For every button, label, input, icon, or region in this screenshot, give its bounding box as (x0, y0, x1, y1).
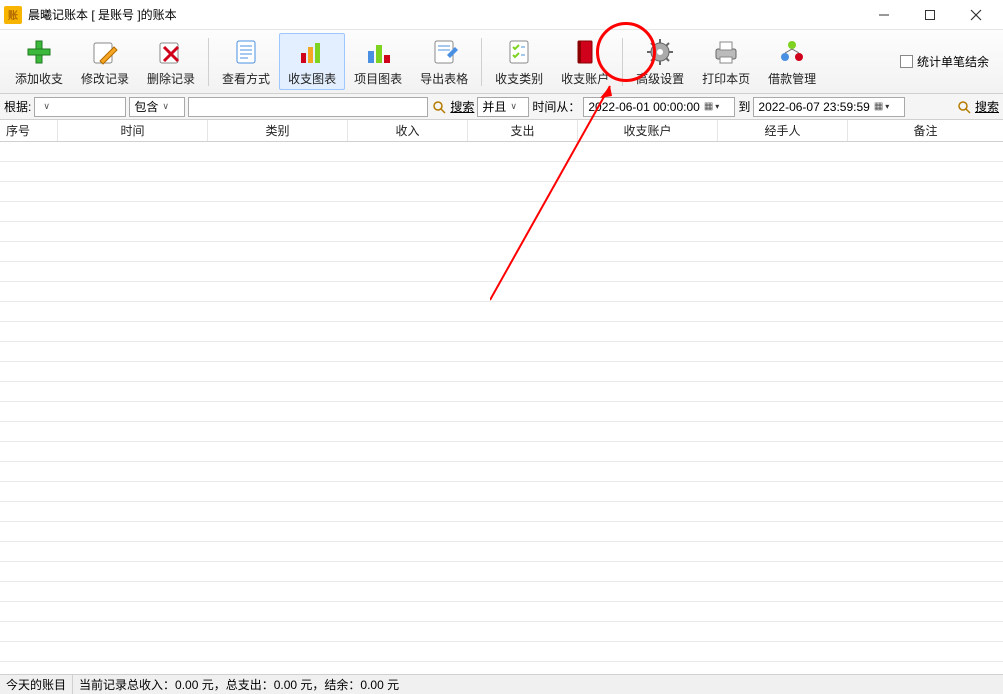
col-income[interactable]: 收入 (348, 120, 468, 141)
maximize-button[interactable] (907, 0, 953, 30)
col-handler[interactable]: 经手人 (718, 120, 848, 141)
account-button[interactable]: 收支账户 (552, 33, 618, 90)
date-to-input[interactable]: 2022-06-07 23:59:59▦▾ (753, 97, 905, 117)
table-row (0, 442, 1003, 462)
people-icon (776, 36, 808, 68)
basis-label: 根据: (4, 98, 31, 115)
printer-icon (710, 36, 742, 68)
status-bar: 今天的账目 当前记录总收入：0.00 元，总支出：0.00 元，结余：0.00 … (0, 674, 1003, 694)
time-from-label: 时间从： (532, 98, 580, 115)
search-bar: 根据: ∨ 包含∨ 搜索 并且∨ 时间从： 2022-06-01 00:00:0… (0, 94, 1003, 120)
table-row (0, 222, 1003, 242)
table-row (0, 582, 1003, 602)
table-row (0, 202, 1003, 222)
status-today: 今天的账目 (0, 675, 73, 694)
view-mode-button[interactable]: 查看方式 (213, 33, 279, 90)
table-row (0, 262, 1003, 282)
search-button-1[interactable]: 搜索 (450, 98, 474, 115)
checkbox-icon (900, 55, 913, 68)
edit-button[interactable]: 修改记录 (72, 33, 138, 90)
status-summary: 当前记录总收入：0.00 元，总支出：0.00 元，结余：0.00 元 (73, 675, 1003, 694)
bar-chart-icon (296, 36, 328, 68)
window-title: 晨曦记账本 [ 是账号 ]的账本 (28, 6, 177, 23)
chevron-down-icon: ∨ (43, 101, 50, 112)
app-icon: 账 (4, 6, 22, 24)
col-category[interactable]: 类别 (208, 120, 348, 141)
chevron-down-icon: ∨ (510, 101, 517, 112)
table-row (0, 422, 1003, 442)
chevron-down-icon: ▾ (885, 102, 889, 111)
income-chart-button[interactable]: 收支图表 (279, 33, 345, 90)
search-text-input[interactable] (188, 97, 428, 117)
checklist-icon (503, 36, 535, 68)
advanced-settings-button[interactable]: 高级设置 (627, 33, 693, 90)
calendar-icon: ▦ (704, 101, 713, 112)
table-row (0, 342, 1003, 362)
category-button[interactable]: 收支类别 (486, 33, 552, 90)
table-row (0, 602, 1003, 622)
date-from-input[interactable]: 2022-06-01 00:00:00▦▾ (583, 97, 735, 117)
to-label: 到 (738, 98, 750, 115)
table-row (0, 322, 1003, 342)
table-row (0, 162, 1003, 182)
close-button[interactable] (953, 0, 999, 30)
col-remark[interactable]: 备注 (848, 120, 1003, 141)
table-row (0, 542, 1003, 562)
gear-icon (644, 36, 676, 68)
table-body[interactable] (0, 142, 1003, 674)
table-row (0, 382, 1003, 402)
table-row (0, 462, 1003, 482)
table-row (0, 362, 1003, 382)
export-button[interactable]: 导出表格 (411, 33, 477, 90)
book-icon (569, 36, 601, 68)
search-button-2[interactable]: 搜索 (975, 98, 999, 115)
minimize-button[interactable] (861, 0, 907, 30)
delete-button[interactable]: 删除记录 (138, 33, 204, 90)
table-row (0, 642, 1003, 662)
calendar-icon: ▦ (874, 101, 883, 112)
magnifier-icon (956, 99, 972, 115)
col-account[interactable]: 收支账户 (578, 120, 718, 141)
chevron-down-icon: ∨ (162, 101, 169, 112)
print-button[interactable]: 打印本页 (693, 33, 759, 90)
table-row (0, 622, 1003, 642)
table-row (0, 402, 1003, 422)
stat-checkbox-label: 统计单笔结余 (917, 53, 989, 70)
bar-chart-3d-icon (362, 36, 394, 68)
table-row (0, 562, 1003, 582)
table-row (0, 142, 1003, 162)
table-row (0, 502, 1003, 522)
add-button[interactable]: 添加收支 (6, 33, 72, 90)
stat-checkbox[interactable]: 统计单笔结余 (900, 53, 989, 70)
table-row (0, 282, 1003, 302)
plus-icon (23, 36, 55, 68)
delete-icon (155, 36, 187, 68)
export-icon (428, 36, 460, 68)
col-time[interactable]: 时间 (58, 120, 208, 141)
project-chart-button[interactable]: 项目图表 (345, 33, 411, 90)
magnifier-icon (431, 99, 447, 115)
col-expense[interactable]: 支出 (468, 120, 578, 141)
table-row (0, 482, 1003, 502)
window-controls (861, 0, 999, 30)
table-row (0, 242, 1003, 262)
document-icon (230, 36, 262, 68)
table-row (0, 522, 1003, 542)
titlebar: 账 晨曦记账本 [ 是账号 ]的账本 (0, 0, 1003, 30)
table-row (0, 302, 1003, 322)
basis-select[interactable]: ∨ (34, 97, 126, 117)
chevron-down-icon: ▾ (715, 102, 719, 111)
col-index[interactable]: 序号 (0, 120, 58, 141)
edit-icon (89, 36, 121, 68)
and-select[interactable]: 并且∨ (477, 97, 529, 117)
contain-select[interactable]: 包含∨ (129, 97, 185, 117)
table-row (0, 182, 1003, 202)
toolbar: 添加收支 修改记录 删除记录 查看方式 收支图表 项目图表 导出表格 收支类别 … (0, 30, 1003, 94)
loan-button[interactable]: 借款管理 (759, 33, 825, 90)
table-header: 序号 时间 类别 收入 支出 收支账户 经手人 备注 (0, 120, 1003, 142)
